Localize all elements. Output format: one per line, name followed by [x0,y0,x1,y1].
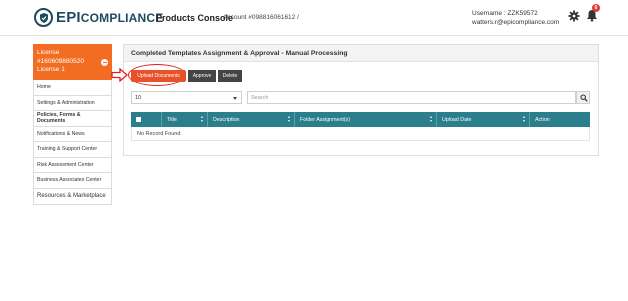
brand-part2: COMPLIANCE [80,11,164,25]
sidebar-item-notifications[interactable]: Notifications & News [33,126,112,142]
sidebar-item-settings[interactable]: Settings & Administration [33,95,112,111]
upload-documents-button[interactable]: Upload Documents [131,70,186,82]
sidebar-item-home[interactable]: Home [33,80,112,96]
column-title[interactable]: Title [162,112,208,127]
sidebar: License #160609880520 License 1 Home Set… [33,44,112,205]
gear-icon[interactable] [568,10,580,22]
sidebar-item-business-associates[interactable]: Business Associates Center [33,173,112,189]
brand-part1: EPI [56,9,81,26]
license-selector[interactable]: License #160609880520 License 1 [33,44,112,80]
panel-title: Completed Templates Assignment & Approva… [124,45,598,62]
notification-badge: 6 [592,4,600,12]
user-email: watters.r@epicompliance.com [472,19,560,26]
license-number: #160609880520 [37,57,84,65]
username: Username : ZZK59572 [472,10,538,17]
page-size-value: 10 [135,95,142,101]
user-info[interactable]: Username : ZZK59572 watters.r@epicomplia… [472,9,559,27]
console-title: Products Console [156,13,234,23]
table-header: Title Description Folder Assignment(s) U… [131,112,590,127]
brand-logo[interactable]: EPICOMPLIANCE [56,9,163,26]
sidebar-item-resources[interactable]: Resources & Marketplace [33,188,112,205]
arrow-pointer-icon [111,68,128,82]
empty-row: No Record Found [131,127,590,141]
top-header: EPICOMPLIANCE Products Console Account #… [0,0,628,36]
search-button[interactable] [576,91,590,104]
column-upload-date[interactable]: Upload Date [437,112,530,127]
delete-button[interactable]: Delete [218,70,242,82]
search-input[interactable]: Search [247,91,576,104]
shield-logo-icon [34,8,53,27]
sort-icon [201,116,204,123]
page-size-select[interactable]: 10 [131,91,242,104]
column-description[interactable]: Description [208,112,295,127]
sidebar-item-policies[interactable]: Policies, Forms & Documents [33,111,112,127]
sidebar-item-training[interactable]: Training & Support Center [33,142,112,158]
license-name: License 1 [37,66,65,73]
license-label: License [37,49,60,56]
account-breadcrumb[interactable]: Account #098816061612 / [223,14,299,21]
documents-table: Title Description Folder Assignment(s) U… [131,112,590,141]
select-all-column[interactable] [131,112,162,127]
approve-button[interactable]: Approve [188,70,216,82]
sidebar-item-risk[interactable]: Risk Assessment Center [33,157,112,173]
sort-icon [523,116,526,123]
search-icon [580,94,588,102]
select-all-checkbox[interactable] [136,117,141,122]
sort-icon [288,116,291,123]
column-folder-assignments[interactable]: Folder Assignment(s) [295,112,437,127]
column-action: Action [535,116,550,123]
collapse-icon[interactable] [101,59,108,66]
sort-icon [430,116,433,123]
caret-down-icon [233,97,237,100]
